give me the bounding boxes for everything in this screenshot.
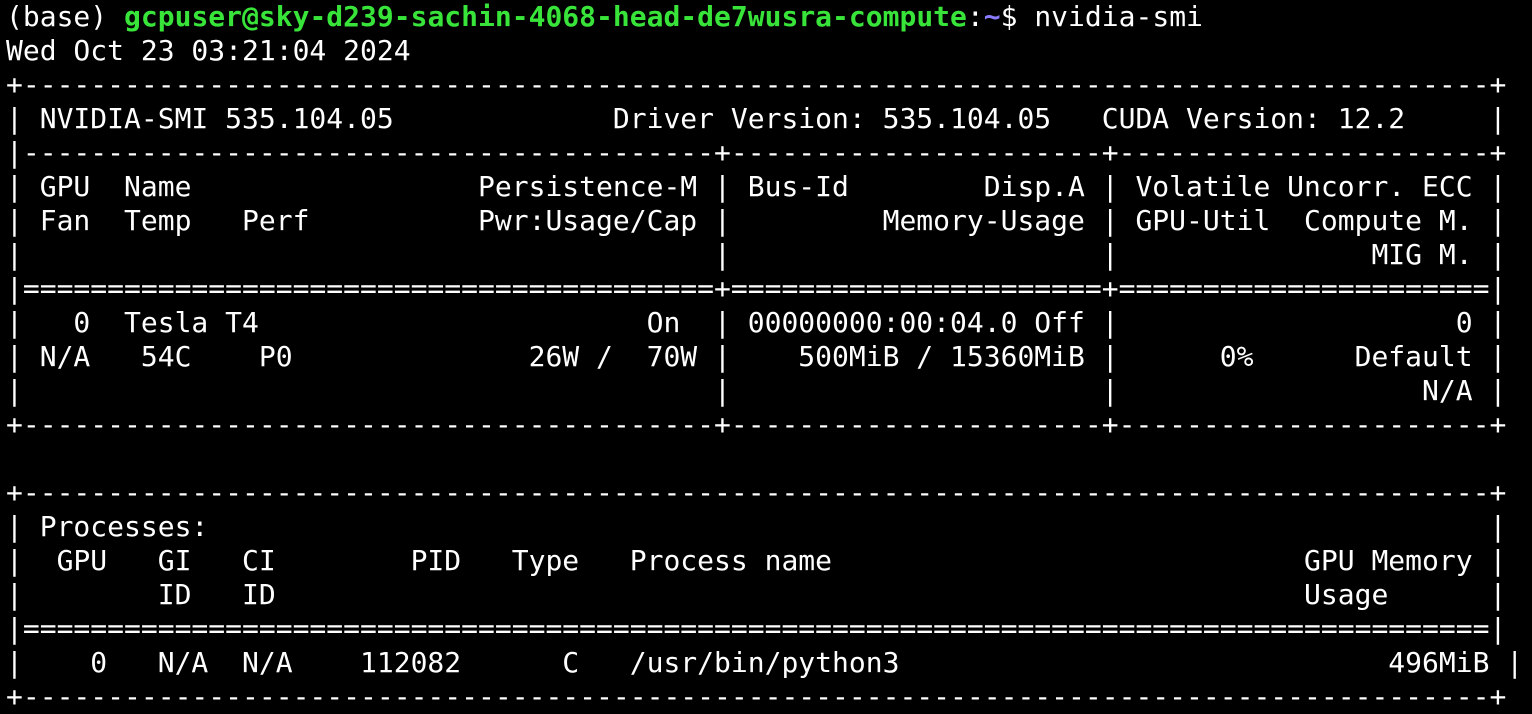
table-border-top: +---------------------------------------… [6,68,1507,101]
table-header-row: | ID ID Usage | [6,578,1507,611]
command-text: nvidia-smi [1034,0,1203,33]
gpu-row: | 0 Tesla T4 On | 00000000:00:04.0 Off |… [6,306,1507,339]
table-header-row: | | | MIG M. | [6,238,1507,271]
process-row: | 0 N/A N/A 112082 C /usr/bin/python3 49… [6,646,1524,679]
user-host-label: gcpuser@sky-d239-sachin-4068-head-de7wus… [124,0,967,33]
table-header-row: | GPU GI CI PID Type Process name GPU Me… [6,544,1507,577]
prompt-colon: : [966,0,984,33]
table-border-bottom: +---------------------------------------… [6,408,1507,441]
shell-prompt-line: (base) gcpuser@sky-d239-sachin-4068-head… [6,0,1532,34]
table-border-bottom: +---------------------------------------… [6,680,1507,713]
table-header-separator: |=======================================… [6,272,1507,305]
version-info-row: | NVIDIA-SMI 535.104.05 Driver Version: … [6,102,1507,135]
table-header-row: | GPU Name Persistence-M | Bus-Id Disp.A… [6,170,1507,203]
timestamp-line: Wed Oct 23 03:21:04 2024 [6,34,411,67]
table-border-top: +---------------------------------------… [6,476,1507,509]
gpu-status-table: +---------------------------------------… [6,68,1532,442]
processes-title: | Processes: | [6,510,1507,543]
conda-env-label: (base) [6,0,125,33]
cwd-path-label: ~ [983,0,1001,33]
prompt-dollar: $ [1000,0,1035,33]
process-table: +---------------------------------------… [6,476,1532,714]
terminal-window[interactable]: (base) gcpuser@sky-d239-sachin-4068-head… [0,0,1532,713]
table-header-separator: |=======================================… [6,612,1507,645]
table-separator: |---------------------------------------… [6,136,1507,169]
table-header-row: | Fan Temp Perf Pwr:Usage/Cap | Memory-U… [6,204,1507,237]
gpu-row: | N/A 54C P0 26W / 70W | 500MiB / 15360M… [6,340,1507,373]
gpu-row: | | | N/A | [6,374,1507,407]
